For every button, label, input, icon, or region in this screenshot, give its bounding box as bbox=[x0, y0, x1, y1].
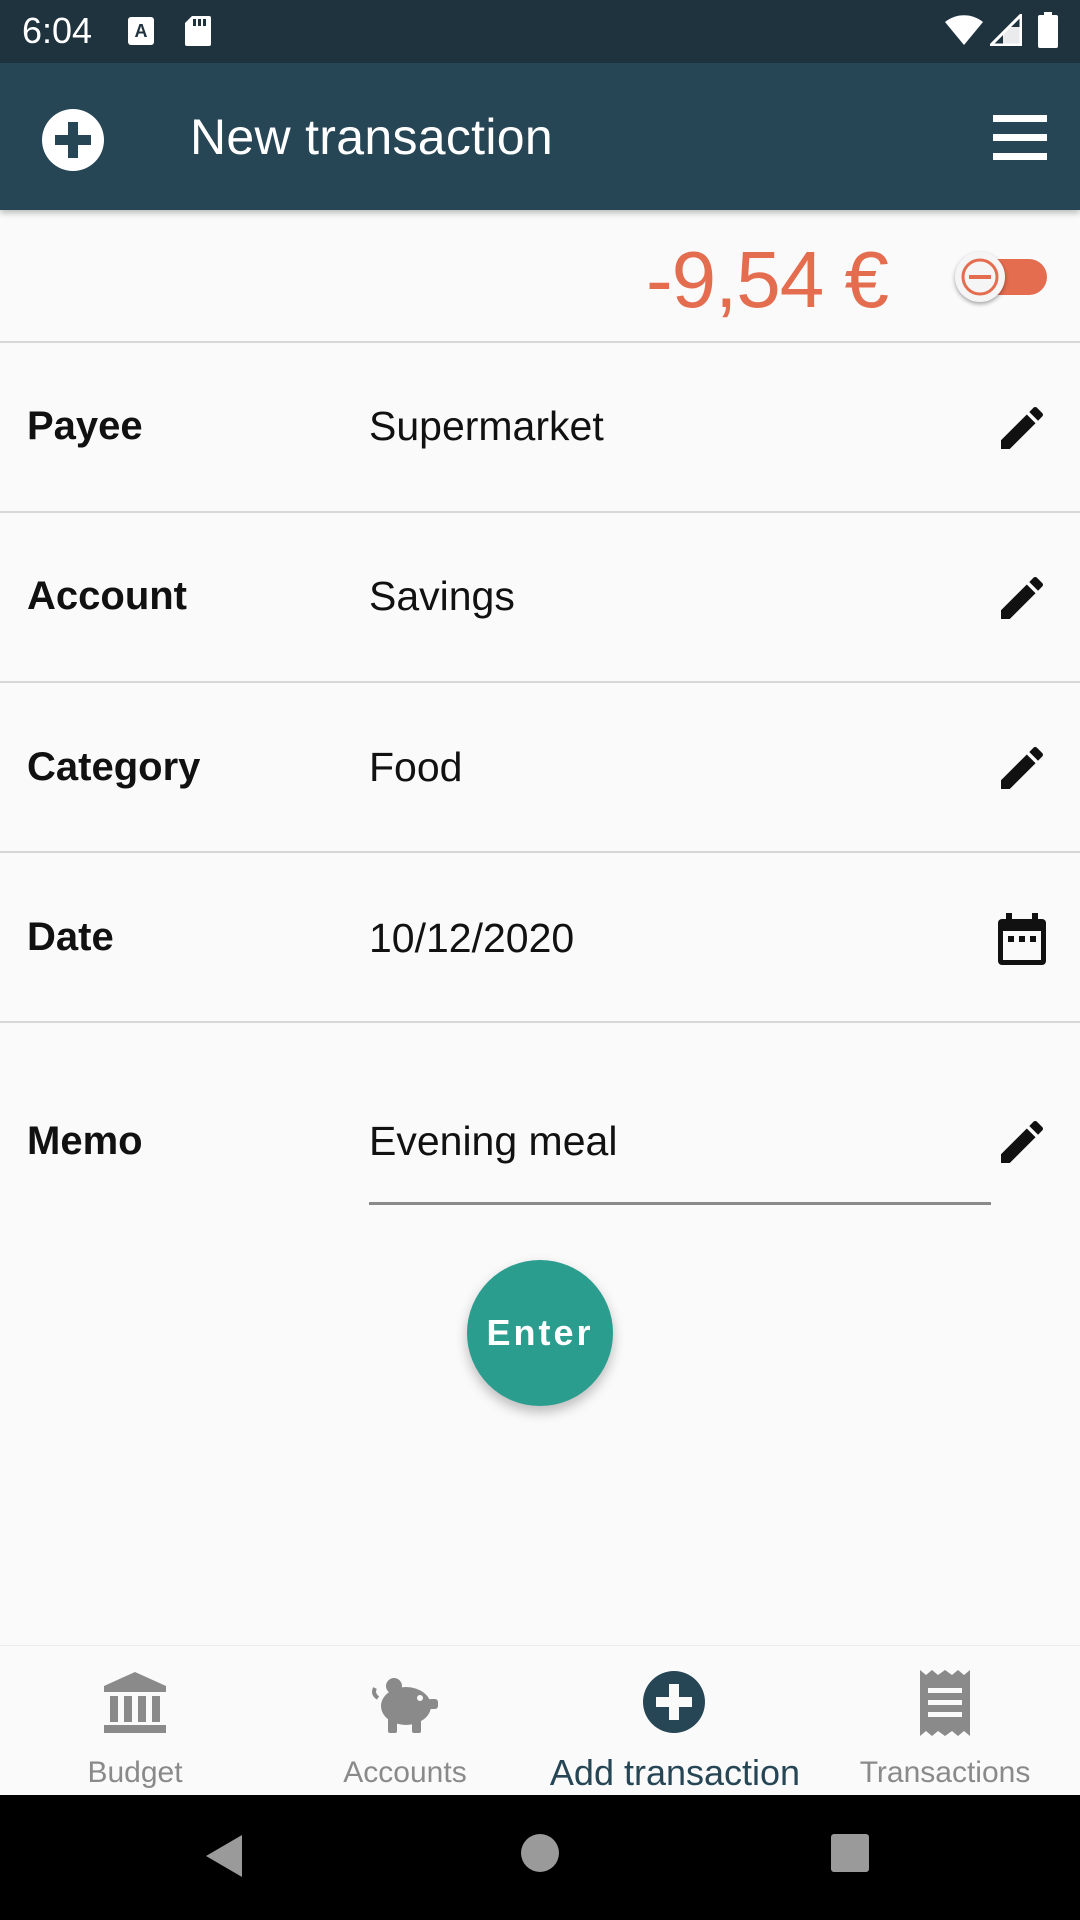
wifi-icon bbox=[945, 15, 983, 46]
page-title: New transaction bbox=[190, 109, 553, 165]
date-value[interactable]: 10/12/2020 bbox=[369, 915, 574, 962]
receipt-icon bbox=[920, 1670, 970, 1736]
enter-button-label: Enter bbox=[486, 1312, 594, 1353]
recents-icon[interactable] bbox=[830, 1833, 870, 1873]
add-circle-icon[interactable] bbox=[40, 107, 106, 173]
account-value[interactable]: Savings bbox=[369, 573, 515, 620]
edit-icon[interactable] bbox=[994, 1114, 1050, 1170]
nav-item-transactions[interactable]: Transactions bbox=[810, 1646, 1080, 1796]
edit-icon[interactable] bbox=[994, 740, 1050, 796]
nav-label-transactions: Transactions bbox=[859, 1756, 1031, 1789]
status-bar: 6:04 A bbox=[0, 0, 1080, 63]
add-circle-icon bbox=[643, 1671, 705, 1733]
amount-row: -9,54 € bbox=[0, 210, 1080, 343]
battery-icon bbox=[1038, 12, 1058, 48]
memo-label: Memo bbox=[27, 1119, 143, 1163]
amount-value[interactable]: -9,54 € bbox=[646, 234, 889, 326]
payee-row[interactable]: Payee Supermarket bbox=[0, 343, 1080, 513]
app-bar: New transaction bbox=[0, 63, 1080, 210]
nav-label-accounts: Accounts bbox=[343, 1756, 467, 1789]
svg-text:A: A bbox=[135, 21, 148, 41]
memo-input-underline bbox=[369, 1202, 991, 1205]
system-nav-bar bbox=[0, 1795, 1080, 1920]
nav-item-add-transaction[interactable]: Add transaction bbox=[540, 1646, 810, 1796]
menu-icon[interactable] bbox=[990, 108, 1050, 168]
minus-circle-icon bbox=[961, 258, 999, 296]
nav-item-budget[interactable]: Budget bbox=[0, 1646, 270, 1796]
edit-icon[interactable] bbox=[994, 400, 1050, 456]
bank-icon bbox=[104, 1672, 166, 1733]
edit-icon[interactable] bbox=[994, 570, 1050, 626]
keyboard-a-icon: A bbox=[128, 17, 154, 45]
back-icon[interactable] bbox=[204, 1833, 244, 1879]
date-label: Date bbox=[27, 915, 114, 959]
account-row[interactable]: Account Savings bbox=[0, 513, 1080, 683]
memo-row: Memo Evening meal bbox=[0, 1023, 1080, 1243]
date-row[interactable]: Date 10/12/2020 bbox=[0, 853, 1080, 1023]
payee-value[interactable]: Supermarket bbox=[369, 403, 604, 450]
account-label: Account bbox=[27, 574, 187, 618]
category-label: Category bbox=[27, 745, 201, 789]
nav-item-accounts[interactable]: Accounts bbox=[270, 1646, 540, 1796]
sd-card-icon bbox=[185, 16, 211, 46]
category-row[interactable]: Category Food bbox=[0, 683, 1080, 853]
bottom-nav: Budget Accounts Add transaction Transact… bbox=[0, 1645, 1080, 1795]
status-time: 6:04 bbox=[22, 10, 93, 51]
category-value[interactable]: Food bbox=[369, 744, 462, 791]
enter-button[interactable]: Enter bbox=[467, 1260, 613, 1406]
nav-label-add-transaction: Add transaction bbox=[549, 1752, 801, 1793]
home-icon[interactable] bbox=[520, 1833, 560, 1873]
nav-label-budget: Budget bbox=[87, 1756, 183, 1789]
payee-label: Payee bbox=[27, 404, 143, 448]
piggy-bank-icon bbox=[372, 1678, 438, 1733]
memo-value[interactable]: Evening meal bbox=[369, 1118, 617, 1165]
calendar-icon[interactable] bbox=[994, 911, 1050, 967]
sign-toggle-thumb[interactable] bbox=[955, 252, 1005, 302]
cell-signal-icon bbox=[990, 14, 1022, 46]
